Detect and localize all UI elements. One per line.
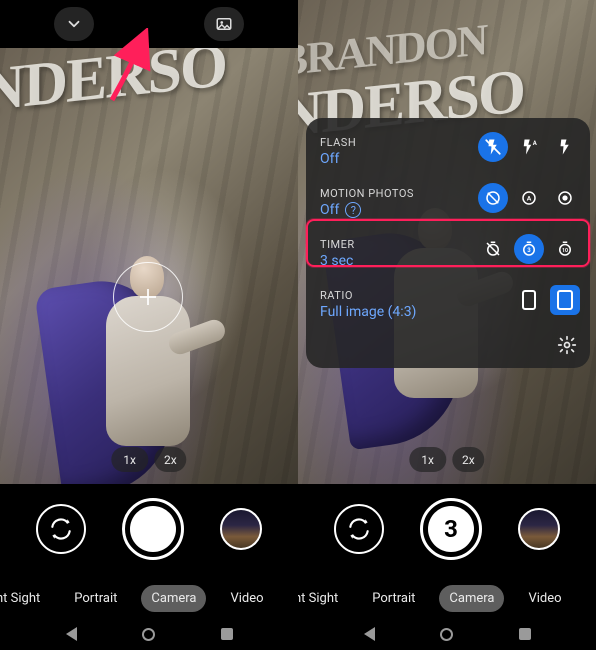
zoom-chips: 1x 2x: [409, 447, 484, 472]
last-photo-thumbnail[interactable]: [220, 508, 262, 550]
ratio-full-button[interactable]: [550, 285, 580, 315]
shutter-countdown: 3: [428, 506, 474, 552]
nav-back-icon[interactable]: [364, 627, 375, 641]
top-bar: [0, 0, 298, 48]
switch-camera-button[interactable]: [334, 504, 384, 554]
viewfinder[interactable]: NDERSO 1x 2x: [0, 48, 298, 484]
flash-auto-button[interactable]: A: [514, 132, 544, 162]
mode-strip[interactable]: nt Sight Portrait Camera Video Modes: [298, 578, 596, 618]
motion-auto-icon: A: [520, 189, 538, 207]
switch-camera-button[interactable]: [36, 504, 86, 554]
nav-recent-icon[interactable]: [221, 628, 233, 640]
flash-auto-icon: A: [520, 138, 538, 156]
zoom-1x[interactable]: 1x: [111, 447, 148, 472]
right-screen: BRANDON NDERSO 1x 2x FLASH Off: [298, 0, 596, 650]
left-screen: NDERSO 1x 2x nt Sight Portrait Camera Vi…: [0, 0, 298, 650]
timer-3s-icon: 3: [520, 240, 538, 258]
chevron-down-icon: [65, 15, 83, 33]
zoom-2x[interactable]: 2x: [452, 447, 485, 472]
flash-on-icon: [556, 138, 574, 156]
zoom-1x[interactable]: 1x: [409, 447, 446, 472]
more-settings-button[interactable]: [552, 330, 582, 360]
switch-camera-icon: [346, 516, 372, 542]
flash-off-button[interactable]: [478, 132, 508, 162]
zoom-2x[interactable]: 2x: [154, 447, 187, 472]
timer-3s-button[interactable]: 3: [514, 234, 544, 264]
motion-off-button[interactable]: [478, 183, 508, 213]
shutter-inner: [130, 506, 176, 552]
svg-text:A: A: [533, 140, 538, 147]
mode-camera[interactable]: Camera: [141, 585, 206, 612]
capture-controls: [0, 490, 298, 568]
help-icon[interactable]: ?: [345, 202, 361, 218]
mode-strip[interactable]: nt Sight Portrait Camera Video Modes: [0, 578, 298, 618]
motion-on-button[interactable]: [550, 183, 580, 213]
flash-off-icon: [484, 138, 502, 156]
ratio-full-icon: [556, 290, 574, 310]
svg-text:A: A: [527, 194, 532, 202]
timer-10s-icon: 10: [556, 240, 574, 258]
zoom-chips: 1x 2x: [111, 447, 186, 472]
camera-settings-panel: FLASH Off A MOTIO: [306, 118, 590, 368]
flash-on-button[interactable]: [550, 132, 580, 162]
capture-controls: 3: [298, 490, 596, 568]
settings-dropdown-toggle[interactable]: [54, 7, 94, 41]
motion-auto-button[interactable]: A: [514, 183, 544, 213]
shutter-button[interactable]: 3: [420, 498, 482, 560]
svg-text:3: 3: [527, 247, 531, 254]
flash-row: FLASH Off A: [320, 130, 580, 181]
ratio-row: RATIO Full image (4:3): [320, 283, 580, 326]
nav-home-icon[interactable]: [142, 628, 155, 641]
timer-off-icon: [484, 240, 502, 258]
timer-10s-button[interactable]: 10: [550, 234, 580, 264]
image-icon: [215, 15, 233, 33]
svg-text:10: 10: [562, 248, 568, 254]
timer-off-button[interactable]: [478, 234, 508, 264]
viewfinder[interactable]: BRANDON NDERSO 1x 2x FLASH Off: [298, 0, 596, 484]
mode-camera[interactable]: Camera: [439, 585, 504, 612]
android-nav-bar: [0, 618, 298, 650]
motion-on-icon: [556, 189, 574, 207]
nav-recent-icon[interactable]: [519, 628, 531, 640]
shutter-button[interactable]: [122, 498, 184, 560]
mode-night-sight[interactable]: nt Sight: [298, 585, 348, 612]
last-photo-thumbnail[interactable]: [518, 508, 560, 550]
motion-value: Off: [320, 202, 339, 218]
ratio-3-4-button[interactable]: [514, 285, 544, 315]
ratio-3-4-icon: [521, 290, 537, 310]
android-nav-bar: [298, 618, 596, 650]
mode-modes[interactable]: Modes: [288, 585, 298, 612]
motion-off-icon: [484, 189, 502, 207]
nav-home-icon[interactable]: [440, 628, 453, 641]
motion-photos-row: MOTION PHOTOS Off ? A: [320, 181, 580, 232]
gear-icon: [557, 335, 577, 355]
timer-row: TIMER 3 sec 3 10: [320, 232, 580, 283]
mode-portrait[interactable]: Portrait: [64, 585, 127, 612]
mode-portrait[interactable]: Portrait: [362, 585, 425, 612]
focus-indicator[interactable]: [113, 262, 183, 332]
mode-video[interactable]: Video: [518, 585, 571, 612]
switch-camera-icon: [48, 516, 74, 542]
gallery-button[interactable]: [204, 7, 244, 41]
mode-modes[interactable]: Modes: [586, 585, 596, 612]
mode-video[interactable]: Video: [220, 585, 273, 612]
mode-night-sight[interactable]: nt Sight: [0, 585, 50, 612]
nav-back-icon[interactable]: [66, 627, 77, 641]
